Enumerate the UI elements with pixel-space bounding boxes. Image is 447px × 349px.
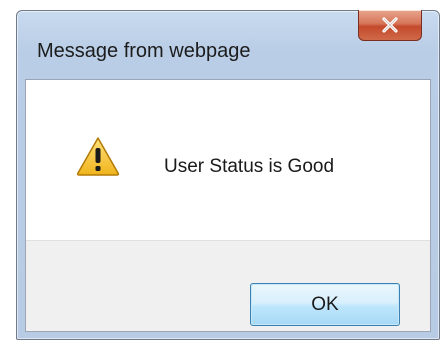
message-dialog: Message from webpage User Status is Good… — [16, 10, 440, 340]
ok-button[interactable]: OK — [250, 283, 400, 326]
title-bar[interactable]: Message from webpage — [17, 10, 439, 79]
dialog-title: Message from webpage — [37, 40, 251, 62]
warning-icon — [76, 137, 120, 176]
dialog-body: User Status is Good OK — [25, 79, 431, 332]
screen: Message from webpage User Status is Good… — [0, 0, 447, 349]
close-button[interactable] — [358, 10, 422, 41]
message-area: User Status is Good — [26, 80, 430, 240]
close-icon — [382, 17, 398, 33]
button-bar: OK — [26, 240, 430, 331]
message-text: User Status is Good — [164, 156, 335, 177]
